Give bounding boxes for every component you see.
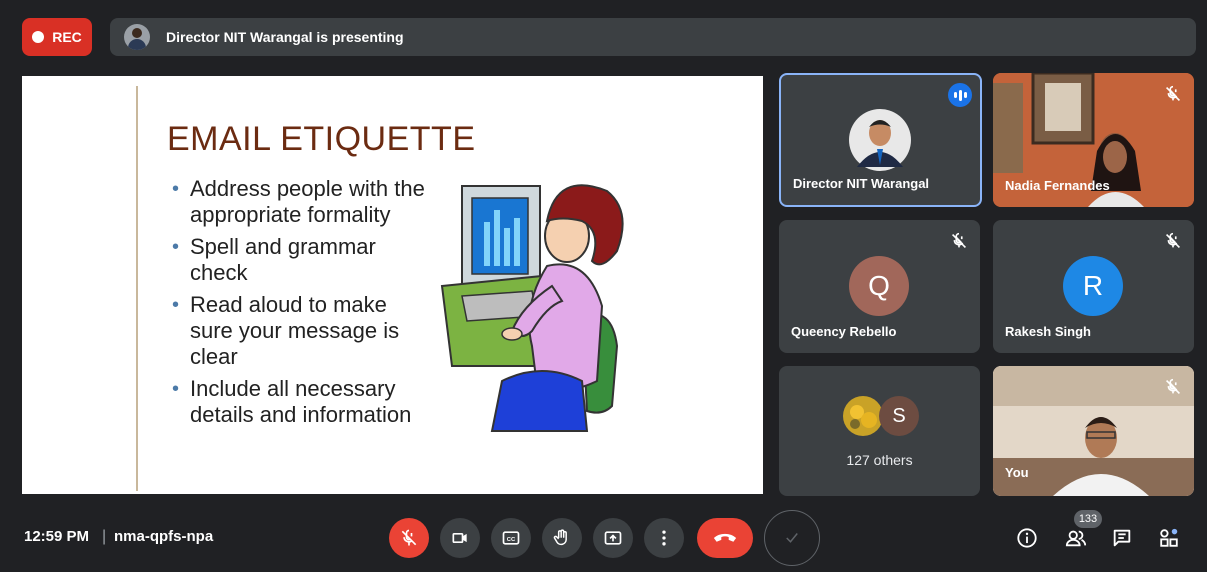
avatar: Q <box>849 256 909 316</box>
slide-bullet: Read aloud to make sure your message is … <box>172 292 432 370</box>
more-vert-icon <box>662 530 666 546</box>
director-avatar <box>849 109 911 171</box>
slide-bullets: Address people with the appropriate form… <box>172 176 432 434</box>
present-screen-button[interactable] <box>593 518 633 558</box>
presenter-avatar <box>124 24 150 50</box>
slide-bullet: Spell and grammar check <box>172 234 432 286</box>
slide-divider <box>136 86 138 491</box>
camera-icon <box>452 533 467 543</box>
leave-call-button[interactable] <box>697 518 753 558</box>
chat-icon <box>1113 529 1131 547</box>
separator: | <box>102 528 107 545</box>
activities-button[interactable] <box>1155 524 1183 552</box>
hand-icon <box>553 529 567 546</box>
avatar: S <box>879 396 919 436</box>
speaking-indicator-icon <box>948 83 972 107</box>
others-avatar-flower <box>843 396 883 436</box>
tile-rakesh-singh[interactable]: R Rakesh Singh <box>993 220 1194 353</box>
checkmark-icon <box>786 533 798 543</box>
presenting-text: Director NIT Warangal is presenting <box>166 29 404 45</box>
shared-slide: EMAIL ETIQUETTE Address people with the … <box>22 76 763 494</box>
activities-icon <box>1160 528 1178 547</box>
people-button[interactable] <box>1062 524 1090 552</box>
recording-indicator: REC <box>22 18 92 56</box>
others-count-label: 127 others <box>846 452 913 468</box>
participant-name: Queency Rebello <box>791 324 897 339</box>
raise-hand-button[interactable] <box>542 518 582 558</box>
muted-mic-icon <box>1165 85 1181 102</box>
computer-user-clipart <box>440 184 624 432</box>
tile-nadia-fernandes[interactable]: Nadia Fernandes <box>993 73 1194 207</box>
participant-name: You <box>1005 465 1029 480</box>
muted-mic-icon <box>1165 378 1181 395</box>
presenting-banner: Director NIT Warangal is presenting <box>110 18 1196 56</box>
participant-name: Director NIT Warangal <box>793 176 930 191</box>
chat-button[interactable] <box>1108 524 1136 552</box>
tile-director-nit-warangal[interactable]: Director NIT Warangal <box>779 73 982 207</box>
avatar: R <box>1063 256 1123 316</box>
more-options-button[interactable] <box>644 518 684 558</box>
mic-off-icon <box>401 529 417 546</box>
captions-button[interactable]: CC <box>491 518 531 558</box>
meeting-details-button[interactable] <box>1013 524 1041 552</box>
participant-name: Rakesh Singh <box>1005 324 1091 339</box>
info-icon <box>1017 528 1037 548</box>
participant-name: Nadia Fernandes <box>1005 178 1110 193</box>
clock-time: 12:59 PM <box>24 528 90 545</box>
slide-title: EMAIL ETIQUETTE <box>167 120 476 158</box>
mic-toggle-button[interactable] <box>389 518 429 558</box>
muted-mic-icon <box>1165 232 1181 249</box>
slide-bullet: Address people with the appropriate form… <box>172 176 432 228</box>
tile-others[interactable]: S 127 others <box>779 366 980 496</box>
meeting-code: nma-qpfs-npa <box>114 528 214 545</box>
closed-captions-icon: CC <box>502 531 520 545</box>
svg-text:CC: CC <box>507 537 516 543</box>
camera-toggle-button[interactable] <box>440 518 480 558</box>
present-icon <box>604 531 622 545</box>
people-icon <box>1065 530 1087 547</box>
slide-bullet: Include all necessary details and inform… <box>172 376 432 428</box>
muted-mic-icon <box>951 232 967 249</box>
rec-label: REC <box>52 29 82 45</box>
record-dot-icon <box>32 31 45 43</box>
check-button[interactable] <box>764 510 820 566</box>
hang-up-icon <box>713 533 737 542</box>
tile-queency-rebello[interactable]: Q Queency Rebello <box>779 220 980 353</box>
tile-you[interactable]: You <box>993 366 1194 496</box>
